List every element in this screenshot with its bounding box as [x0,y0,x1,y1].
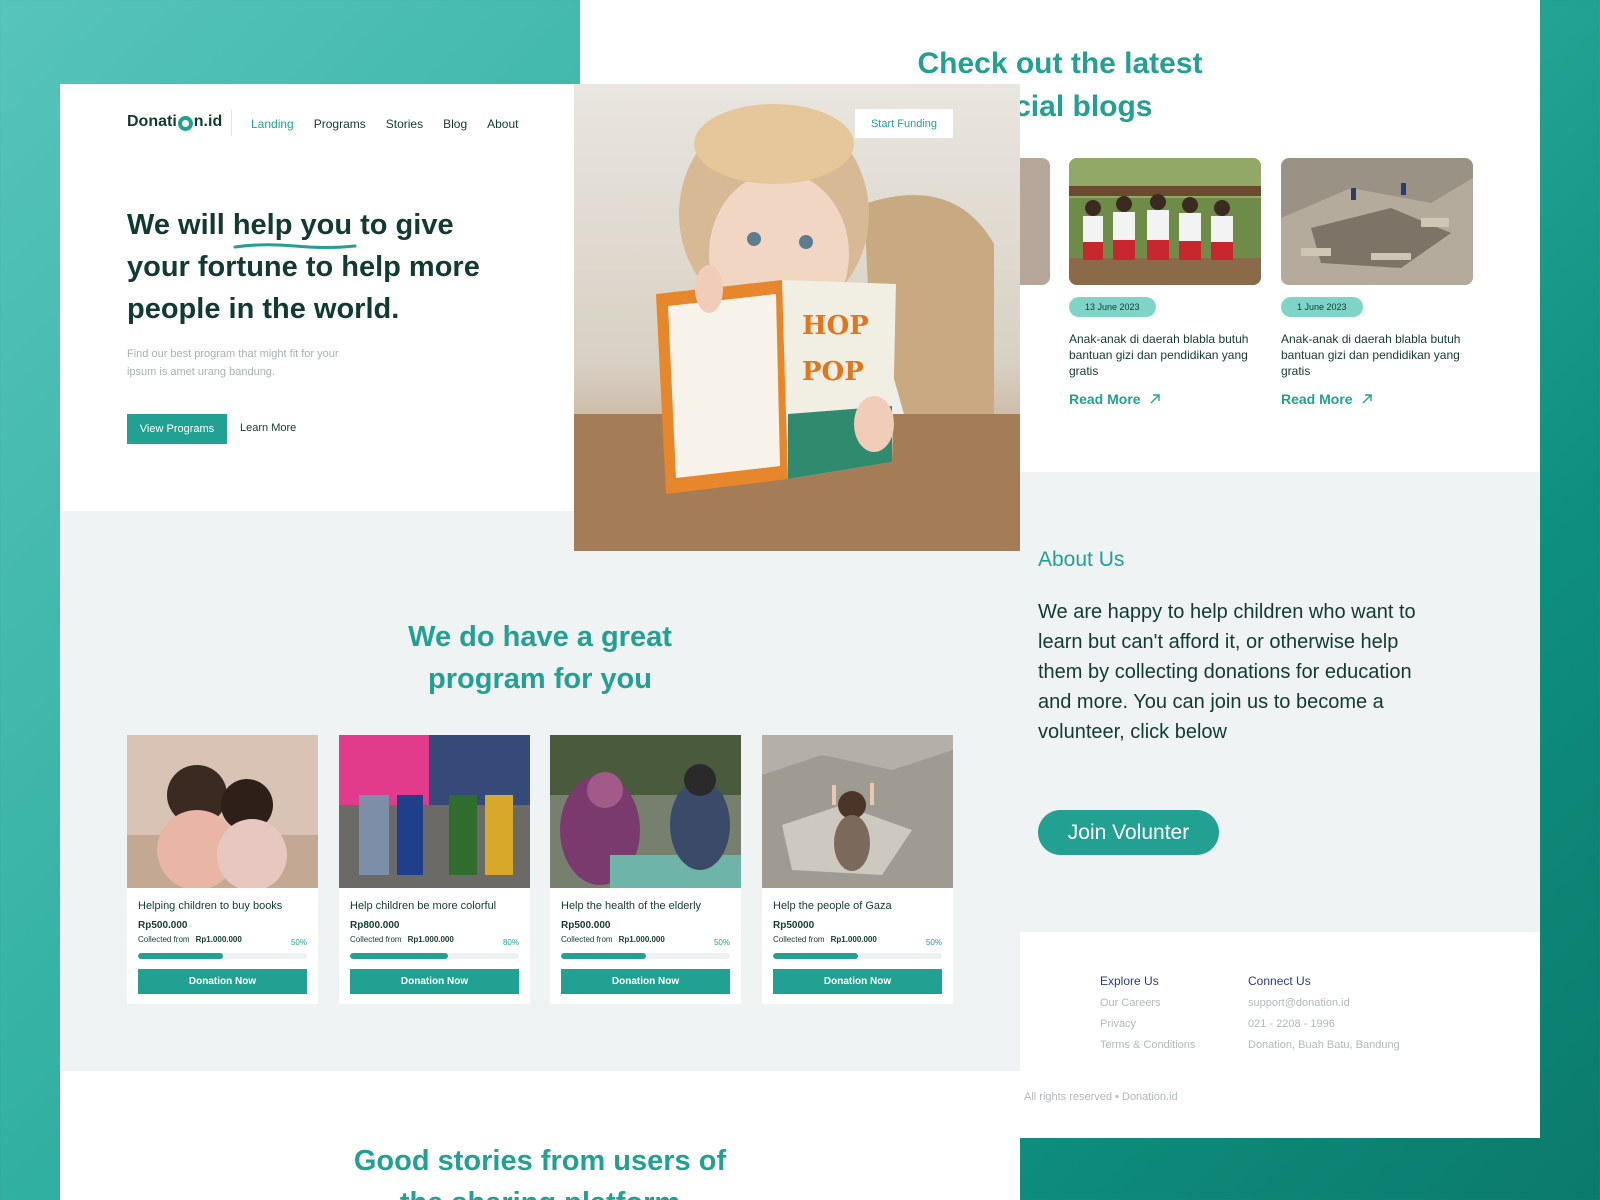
learn-more-link[interactable]: Learn More [240,422,296,434]
view-programs-button[interactable]: View Programs [127,414,227,444]
main-nav: Landing Programs Stories Blog About [251,117,518,131]
progress-bar [773,953,942,959]
svg-text:POP: POP [802,357,864,387]
program-title: Help the health of the elderly [561,900,702,912]
donation-now-button[interactable]: Donation Now [138,969,307,994]
blog-excerpt: Anak-anak di daerah blabla butuh bantuan… [1281,332,1461,378]
hero-title-emphasis: help you [232,209,353,241]
program-amount: Rp500.000 [561,920,611,931]
program-collected: Collected from Rp1.000.000 [773,935,877,944]
program-title: Helping children to buy books [138,900,283,912]
logo-text-start: Donati [127,113,177,130]
footer-address: Donation, Buah Batu, Bandung [1248,1039,1400,1051]
progress-bar [138,953,307,959]
collected-label: Collected from [773,935,825,944]
program-card: Help the health of the elderly Rp500.000… [550,735,741,1004]
copyright-text: All rights reserved • Donation.id [1024,1091,1178,1103]
footer-heading: Connect Us [1248,974,1311,988]
program-target: Rp1.000.000 [830,935,877,944]
underline-squiggle-icon [233,243,357,249]
logo[interactable]: Donati n.id [127,113,222,131]
progress-fill [561,953,646,959]
blog-card[interactable]: 1 June 2023 Anak-anak di daerah blabla b… [1281,158,1473,407]
program-image-children [127,735,318,888]
arrow-up-right-icon [1150,394,1160,404]
program-collected: Collected from Rp1.000.000 [350,935,454,944]
progress-bar [350,953,519,959]
read-more-link[interactable]: Read More [1281,391,1473,407]
footer: Explore Us Our Careers Privacy Terms & C… [1020,932,1540,1138]
logo-ring-icon [177,115,193,131]
program-card: Help the people of Gaza Rp50000 Collecte… [762,735,953,1004]
nav-item-about[interactable]: About [487,117,518,131]
program-image-health-check [550,735,741,888]
collected-label: Collected from [561,935,613,944]
blog-image-students [1069,158,1261,285]
program-image-gaza [762,735,953,888]
program-card: Helping children to buy books Rp500.000 … [127,735,318,1004]
program-amount: Rp500.000 [138,920,188,931]
program-percent: 50% [713,938,730,947]
program-image-boots [339,735,530,888]
join-volunteer-button[interactable]: Join Volunter [1038,810,1219,855]
start-funding-button[interactable]: Start Funding [855,109,953,138]
program-target: Rp1.000.000 [618,935,665,944]
program-title: Help children be more colorful [350,900,497,912]
program-target: Rp1.000.000 [407,935,454,944]
footer-link-privacy[interactable]: Privacy [1100,1018,1195,1030]
collected-label: Collected from [138,935,190,944]
read-more-link[interactable]: Read More [1069,391,1261,407]
hero-title-start: We will [127,209,233,241]
blog-excerpt: Anak-anak di daerah blabla butuh bantuan… [1069,332,1249,378]
about-text: We are happy to help children who want t… [1038,601,1416,743]
collected-label: Collected from [350,935,402,944]
footer-link-terms[interactable]: Terms & Conditions [1100,1039,1195,1051]
hero-photo-child-reading: HOP POP [574,84,1020,551]
donation-now-button[interactable]: Donation Now [561,969,730,994]
program-collected: Collected from Rp1.000.000 [561,935,665,944]
read-more-label: Read More [1281,391,1353,407]
hero-subtitle: Find our best program that might fit for… [127,348,339,378]
program-amount: Rp800.000 [350,920,400,931]
blog-date-badge: 13 June 2023 [1069,297,1156,317]
stories-title: Good stories from users of the sharing p… [353,1145,727,1200]
progress-bar [561,953,730,959]
programs-title: We do have a great program for you [408,621,672,695]
program-amount: Rp50000 [773,920,815,931]
arrow-up-right-icon [1362,394,1372,404]
nav-item-stories[interactable]: Stories [386,117,423,131]
hero-title-highlight: help you [232,204,357,249]
blog-card[interactable]: 13 June 2023 Anak-anak di daerah blabla … [1069,158,1261,407]
program-percent: 50% [925,938,942,947]
footer-explore-column: Explore Us Our Careers Privacy Terms & C… [1100,974,1195,1051]
progress-fill [773,953,858,959]
nav-divider [231,110,232,136]
progress-fill [138,953,223,959]
footer-email[interactable]: support@donation.id [1248,997,1400,1009]
footer-phone: 021 - 2208 - 1996 [1248,1018,1335,1030]
program-target: Rp1.000.000 [195,935,242,944]
footer-connect-column: Connect Us support@donation.id 021 - 220… [1248,974,1400,1051]
hero-title: We will help you to give your fortune to… [127,204,507,330]
donation-now-button[interactable]: Donation Now [773,969,942,994]
program-percent: 50% [290,938,307,947]
program-card: Help children be more colorful Rp800.000… [339,735,530,1004]
nav-item-blog[interactable]: Blog [443,117,467,131]
nav-item-landing[interactable]: Landing [251,117,294,131]
blog-date-badge: 1 June 2023 [1281,297,1363,317]
program-title: Help the people of Gaza [773,900,892,912]
svg-text:HOP: HOP [802,311,869,341]
program-percent: 80% [502,938,519,947]
donation-now-button[interactable]: Donation Now [350,969,519,994]
about-heading: About Us [1038,548,1125,571]
progress-fill [350,953,449,959]
read-more-label: Read More [1069,391,1141,407]
footer-heading: Explore Us [1100,974,1159,988]
program-collected: Collected from Rp1.000.000 [138,935,242,944]
logo-text-end: n.id [193,113,223,130]
footer-link-careers[interactable]: Our Careers [1100,997,1195,1009]
blog-image-rubble [1281,158,1473,285]
nav-item-programs[interactable]: Programs [314,117,366,131]
